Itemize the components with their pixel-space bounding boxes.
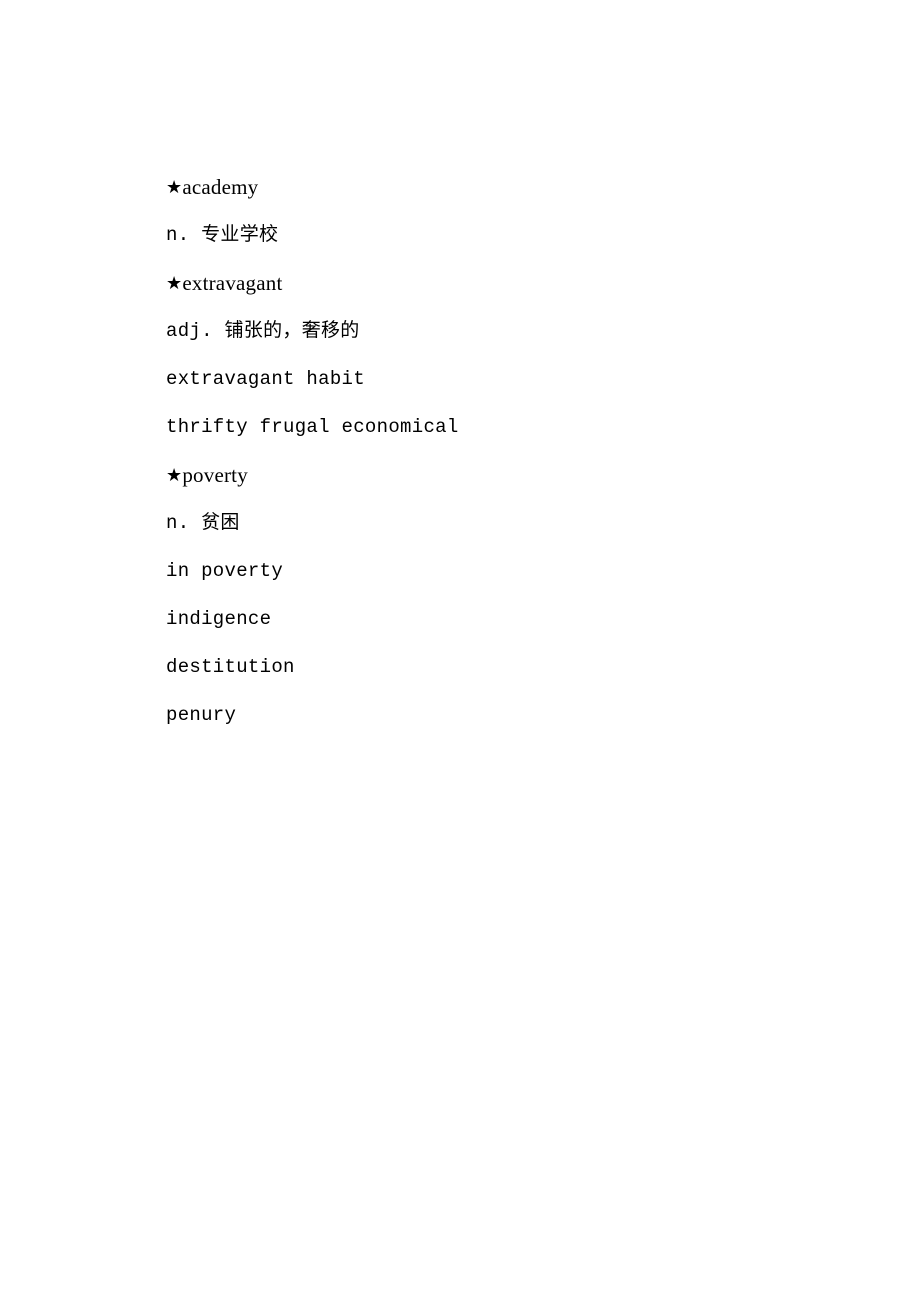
headword-text: extravagant — [182, 271, 283, 295]
entry-headword-extravagant: ★extravagant — [166, 259, 866, 307]
entry-synonym-destitution: destitution — [166, 656, 295, 678]
document-page: ★academy n. 专业学校 ★extravagant adj. 铺张的，奢… — [0, 0, 920, 1302]
entry-definition-poverty: n. 贫困 — [166, 512, 240, 534]
entry-definition-extravagant: adj. 铺张的，奢移的 — [166, 320, 360, 342]
headword-text: academy — [182, 175, 259, 199]
entry-synonyms-extravagant: thrifty frugal economical — [166, 416, 459, 438]
vocabulary-entry-list: ★academy n. 专业学校 ★extravagant adj. 铺张的，奢… — [166, 163, 866, 739]
entry-synonym-penury: penury — [166, 704, 237, 726]
entry-collocation-poverty: in poverty — [166, 560, 284, 582]
entry-headword-academy: ★academy — [166, 163, 866, 211]
star-icon: ★ — [166, 465, 183, 486]
entry-definition-academy: n. 专业学校 — [166, 224, 279, 246]
entry-headword-poverty: ★poverty — [166, 451, 866, 499]
headword-text: poverty — [182, 463, 248, 487]
star-icon: ★ — [166, 273, 183, 294]
entry-synonym-indigence: indigence — [166, 608, 272, 630]
entry-collocation-extravagant: extravagant habit — [166, 368, 365, 390]
star-icon: ★ — [166, 177, 183, 198]
